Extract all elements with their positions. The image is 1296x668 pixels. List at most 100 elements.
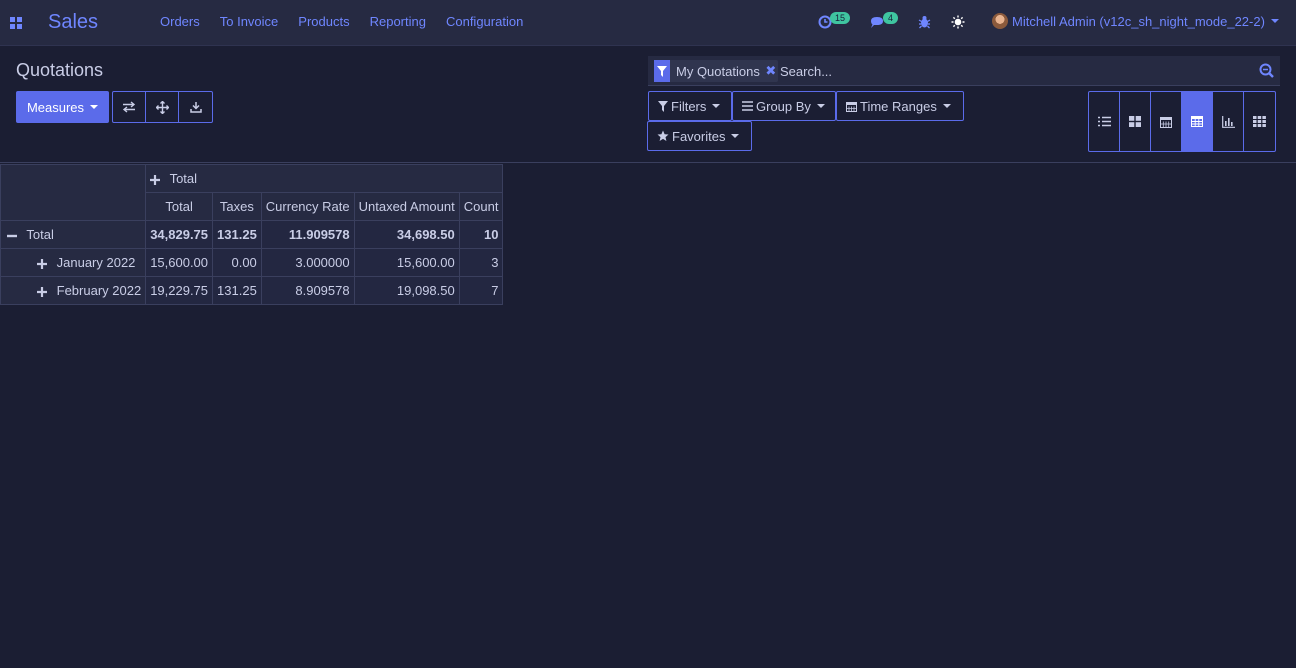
groupby-label: Group By	[756, 98, 811, 114]
debug-button[interactable]	[918, 12, 931, 32]
cell-value[interactable]: 19,229.75	[145, 276, 214, 305]
search-icon[interactable]	[1259, 63, 1274, 78]
theme-toggle-button[interactable]	[951, 12, 965, 32]
filters-label: Filters	[671, 98, 707, 114]
table-row: February 2022 19,229.75 131.25 8.909578 …	[0, 276, 504, 305]
list-icon	[1097, 116, 1111, 127]
filters-button[interactable]: Filters	[648, 91, 732, 121]
pivot-view-button[interactable]	[1182, 92, 1213, 151]
caret-down-icon	[90, 105, 99, 109]
table-icon	[1191, 116, 1203, 127]
cell-value[interactable]: 8.909578	[260, 276, 355, 305]
cell-value[interactable]: 11.909578	[260, 220, 355, 249]
menu-item-configuration[interactable]: Configuration	[436, 14, 533, 30]
caret-down-icon	[942, 104, 951, 108]
caret-down-icon	[1270, 19, 1279, 23]
filter-icon	[658, 100, 668, 112]
graph-view-button[interactable]	[1213, 92, 1244, 151]
star-icon	[657, 130, 669, 141]
row-label: January 2022	[56, 255, 136, 270]
kanban-view-button[interactable]	[1120, 92, 1151, 151]
messages-button[interactable]: 4	[870, 12, 899, 32]
activity-badge: 15	[830, 12, 851, 24]
calendar-icon	[846, 101, 857, 112]
cell-value[interactable]: 34,698.50	[353, 220, 460, 249]
kanban-icon	[1129, 116, 1141, 127]
arrows-icon	[155, 100, 169, 114]
dashboard-view-button[interactable]	[1244, 92, 1275, 151]
row-label: February 2022	[56, 283, 142, 298]
cell-value[interactable]: 131.25	[212, 220, 262, 249]
cell-value[interactable]: 10	[458, 220, 504, 249]
menu-item-orders[interactable]: Orders	[150, 14, 210, 30]
cell-value[interactable]: 15,600.00	[145, 248, 214, 277]
cell-value[interactable]: 7	[458, 276, 504, 305]
menu-item-reporting[interactable]: Reporting	[360, 14, 436, 30]
cell-value[interactable]: 0.00	[212, 248, 262, 277]
cell-value[interactable]: 3	[458, 248, 504, 277]
main-menu: Orders To Invoice Products Reporting Con…	[150, 14, 533, 30]
cell-value[interactable]: 15,600.00	[353, 248, 460, 277]
cell-value[interactable]: 131.25	[212, 276, 262, 305]
minus-icon	[7, 234, 17, 237]
caret-down-icon	[712, 104, 721, 108]
col-header-total[interactable]: Total	[145, 164, 504, 193]
table-row: Total 34,829.75 131.25 11.909578 34,698.…	[0, 220, 504, 249]
messages-badge: 4	[883, 12, 899, 24]
measure-header-total[interactable]: Total	[145, 192, 214, 221]
calendar-view-button[interactable]	[1151, 92, 1182, 151]
close-icon[interactable]: ✖	[764, 63, 778, 79]
measure-header-currency-rate[interactable]: Currency Rate	[260, 192, 355, 221]
measures-button[interactable]: Measures	[16, 91, 109, 123]
calendar-icon	[1160, 116, 1172, 128]
bars-icon	[742, 101, 753, 111]
favorites-button[interactable]: Favorites	[647, 121, 752, 151]
time-ranges-label: Time Ranges	[860, 98, 937, 114]
menu-item-to-invoice[interactable]: To Invoice	[210, 14, 289, 30]
cell-value[interactable]: 19,098.50	[353, 276, 460, 305]
search-facet: My Quotations ✖	[654, 60, 778, 82]
control-panel: Quotations Measures My Quotations ✖ Sear…	[0, 46, 1296, 163]
row-label: Total	[26, 227, 54, 242]
app-brand[interactable]: Sales	[48, 11, 98, 34]
row-header-total[interactable]: Total	[0, 220, 147, 249]
search-input[interactable]	[780, 61, 1250, 81]
plus-icon	[37, 286, 47, 297]
list-view-button[interactable]	[1089, 92, 1120, 151]
favorites-label: Favorites	[672, 128, 726, 144]
user-menu[interactable]: Mitchell Admin (v12c_sh_night_mode_22-2)	[992, 13, 1279, 29]
apps-grid-icon[interactable]	[10, 17, 22, 29]
groupby-button[interactable]: Group By	[732, 91, 836, 121]
pivot-corner	[0, 164, 147, 221]
measure-header-taxes[interactable]: Taxes	[212, 192, 262, 221]
measures-label: Measures	[26, 99, 85, 115]
cell-value[interactable]: 3.000000	[260, 248, 355, 277]
expand-all-button[interactable]	[146, 92, 179, 122]
cell-value[interactable]: 34,829.75	[145, 220, 214, 249]
bug-icon	[918, 16, 931, 29]
pivot-table: Total Total Taxes Currency Rate Untaxed …	[0, 164, 504, 305]
view-switcher	[1088, 91, 1276, 152]
grid-icon	[1253, 116, 1266, 127]
page-title: Quotations	[16, 60, 104, 80]
activity-button[interactable]: 15	[818, 12, 851, 32]
search-bar: My Quotations ✖	[648, 56, 1280, 86]
row-header-february[interactable]: February 2022	[0, 276, 147, 305]
plus-icon	[150, 174, 161, 185]
filter-icon	[654, 60, 670, 82]
flip-axis-button[interactable]	[113, 92, 146, 122]
time-ranges-button[interactable]: Time Ranges	[836, 91, 964, 121]
measure-header-count[interactable]: Count	[458, 192, 504, 221]
plus-icon	[37, 258, 47, 269]
sun-icon	[951, 15, 965, 29]
top-navbar: Sales Orders To Invoice Products Reporti…	[0, 0, 1296, 46]
caret-down-icon	[731, 134, 740, 138]
avatar	[992, 13, 1008, 29]
row-header-january[interactable]: January 2022	[0, 248, 147, 277]
table-row: January 2022 15,600.00 0.00 3.000000 15,…	[0, 248, 504, 277]
menu-item-products[interactable]: Products	[288, 14, 359, 30]
user-name: Mitchell Admin (v12c_sh_night_mode_22-2)	[1012, 13, 1265, 29]
download-icon	[189, 102, 202, 113]
download-button[interactable]	[179, 92, 212, 122]
measure-header-untaxed-amount[interactable]: Untaxed Amount	[353, 192, 460, 221]
